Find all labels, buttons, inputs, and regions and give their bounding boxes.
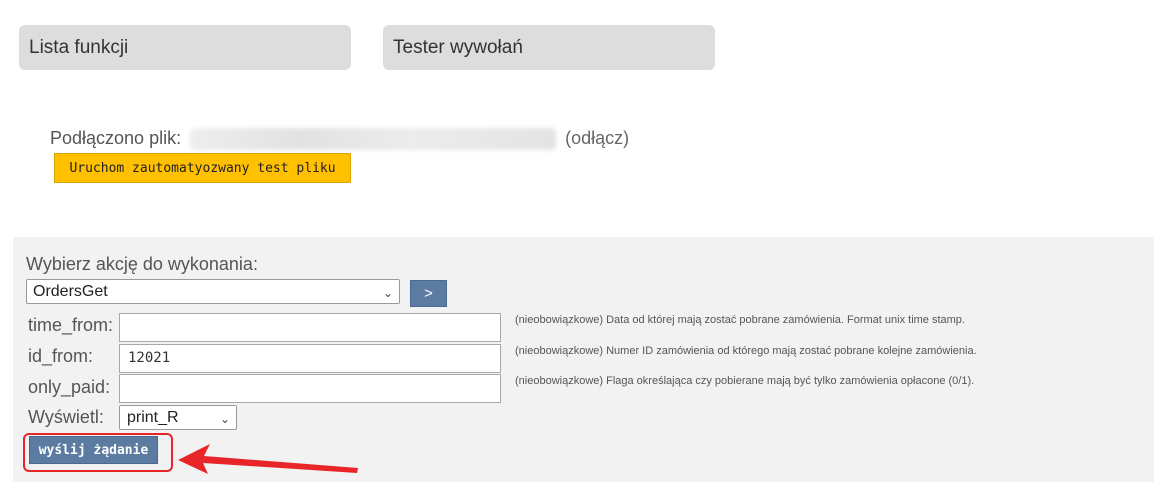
connected-file-line: Podłączono plik: (odłącz) xyxy=(50,128,629,151)
param-label-only-paid: only_paid: xyxy=(28,377,111,397)
param-desc-id-from: (nieobowiązkowe) Numer ID zamówienia od … xyxy=(515,345,977,357)
action-select-value: OrdersGet xyxy=(33,283,108,300)
tab-function-list[interactable]: Lista funkcji xyxy=(19,25,351,70)
tab-function-list-label: Lista funkcji xyxy=(29,37,129,58)
param-label-time-from: time_from: xyxy=(28,315,114,335)
only-paid-input[interactable] xyxy=(119,374,501,403)
display-select[interactable]: print_R ⌄ xyxy=(119,405,237,430)
time-from-input[interactable] xyxy=(119,313,501,342)
display-select-value: print_R xyxy=(127,409,179,426)
send-request-button[interactable]: wyślij żądanie xyxy=(29,436,158,464)
annotation-arrow-icon xyxy=(178,444,358,474)
display-label: Wyświetl: xyxy=(28,407,104,427)
run-automated-test-button[interactable]: Uruchom zautomatyozwany test pliku xyxy=(54,153,351,183)
connected-file-url-redacted xyxy=(190,128,557,151)
tab-call-tester[interactable]: Tester wywołań xyxy=(383,25,715,70)
action-select[interactable]: OrdersGet ⌄ xyxy=(26,279,400,304)
param-desc-only-paid: (nieobowiązkowe) Flaga określająca czy p… xyxy=(515,375,975,387)
connected-file-label: Podłączono plik: xyxy=(50,128,182,148)
id-from-input[interactable]: 12021 xyxy=(119,344,501,373)
action-label: Wybierz akcję do wykonania: xyxy=(26,254,258,274)
param-label-id-from: id_from: xyxy=(28,346,94,366)
chevron-down-icon: ⌄ xyxy=(382,286,393,300)
disconnect-link[interactable]: (odłącz) xyxy=(565,128,629,148)
go-button[interactable]: > xyxy=(410,280,447,307)
param-desc-time-from: (nieobowiązkowe) Data od której mają zos… xyxy=(515,314,965,326)
tab-call-tester-label: Tester wywołań xyxy=(393,37,523,58)
chevron-down-icon: ⌄ xyxy=(219,412,230,426)
